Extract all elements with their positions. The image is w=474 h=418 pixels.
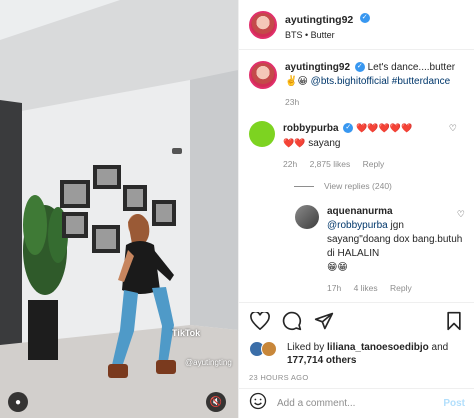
- caption-mentions[interactable]: @bts.bighitofficial #butterdance: [311, 76, 451, 87]
- comment-reply-button[interactable]: Reply: [363, 159, 385, 169]
- caption-time: 23h: [285, 97, 300, 107]
- comment-time: 22h: [283, 159, 298, 169]
- view-replies-toggle[interactable]: View replies (240): [294, 181, 467, 191]
- post-video[interactable]: TikTok @ayutingting ● 🔇: [0, 0, 238, 418]
- comment: robbypurba ✓ ❤️❤️❤️❤️❤️ ❤️❤️ sayang 22h …: [249, 121, 467, 171]
- comment-hearts-2: ❤️❤️: [283, 138, 306, 148]
- reply-time: 17h: [327, 283, 342, 293]
- like-heart-icon[interactable]: [249, 310, 271, 332]
- liker-avatars: [249, 341, 283, 357]
- comment-input[interactable]: [277, 398, 444, 409]
- author-username[interactable]: ayutingting92: [285, 14, 353, 26]
- comment-hearts: ❤️❤️❤️❤️❤️: [356, 123, 413, 133]
- reply-mention[interactable]: @robbypurba: [327, 220, 388, 231]
- caption: ayutingting92 ✓ Let's dance....butter ✌️…: [249, 61, 467, 109]
- verified-badge-icon: ✓: [343, 123, 354, 134]
- replier-username[interactable]: aquenanurma: [327, 206, 393, 217]
- like-comment-heart-icon[interactable]: ♡: [449, 123, 457, 134]
- commenter-avatar[interactable]: [249, 121, 275, 147]
- likes-summary: Liked by liliana_tanoesoedibjo and 177,7…: [249, 341, 465, 367]
- post-header: ayutingting92 ✓ BTS • Butter: [239, 0, 474, 50]
- tiktok-watermark: TikTok: [172, 328, 201, 338]
- tag-people-icon[interactable]: ●: [8, 392, 28, 412]
- video-frame-illustration: [0, 0, 238, 418]
- add-comment-bar: Post: [239, 388, 474, 418]
- emoji-smiley-icon[interactable]: [249, 392, 267, 415]
- like-reply-heart-icon[interactable]: ♡: [457, 209, 465, 220]
- author-avatar[interactable]: [249, 10, 277, 39]
- reply-emoji: 😁😁: [327, 262, 348, 273]
- caption-text: Let's dance....butter: [367, 62, 456, 73]
- replier-avatar[interactable]: [295, 205, 319, 229]
- reply: aquenanurma @robbypurba jgn sayang"doang…: [295, 205, 467, 295]
- caption-username[interactable]: ayutingting92: [285, 62, 350, 73]
- likes-count[interactable]: 177,714 others: [287, 355, 357, 366]
- share-paper-plane-icon[interactable]: [313, 310, 335, 332]
- comment-likes[interactable]: 2,875 likes: [310, 159, 351, 169]
- verified-badge-icon: ✓: [359, 13, 370, 24]
- caption-avatar[interactable]: [249, 61, 277, 89]
- tiktok-handle: @ayutingting: [185, 358, 232, 367]
- instagram-post-modal: TikTok @ayutingting ● 🔇 ayutingting92 ✓ …: [0, 0, 474, 418]
- caption-emoji: ✌️😀: [285, 76, 308, 87]
- post-timestamp: 23 HOURS AGO: [249, 373, 309, 382]
- audio-track-link[interactable]: BTS • Butter: [285, 30, 370, 40]
- bookmark-icon[interactable]: [443, 310, 465, 332]
- post-actions: Liked by liliana_tanoesoedibjo and 177,7…: [239, 302, 474, 382]
- verified-badge-icon: ✓: [354, 62, 365, 73]
- comment-bubble-icon[interactable]: [281, 310, 303, 332]
- liked-by-user[interactable]: liliana_tanoesoedibjo: [327, 342, 429, 353]
- post-comment-button[interactable]: Post: [443, 398, 465, 409]
- post-sidebar: ayutingting92 ✓ BTS • Butter ayutingting…: [238, 0, 474, 418]
- comment-text: sayang: [308, 138, 341, 149]
- comments-list: ayutingting92 ✓ Let's dance....butter ✌️…: [239, 51, 474, 319]
- reply-likes[interactable]: 4 likes: [354, 283, 378, 293]
- audio-mute-icon[interactable]: 🔇: [206, 392, 226, 412]
- commenter-username[interactable]: robbypurba: [283, 123, 339, 134]
- reply-reply-button[interactable]: Reply: [390, 283, 412, 293]
- liker-avatar: [261, 341, 277, 357]
